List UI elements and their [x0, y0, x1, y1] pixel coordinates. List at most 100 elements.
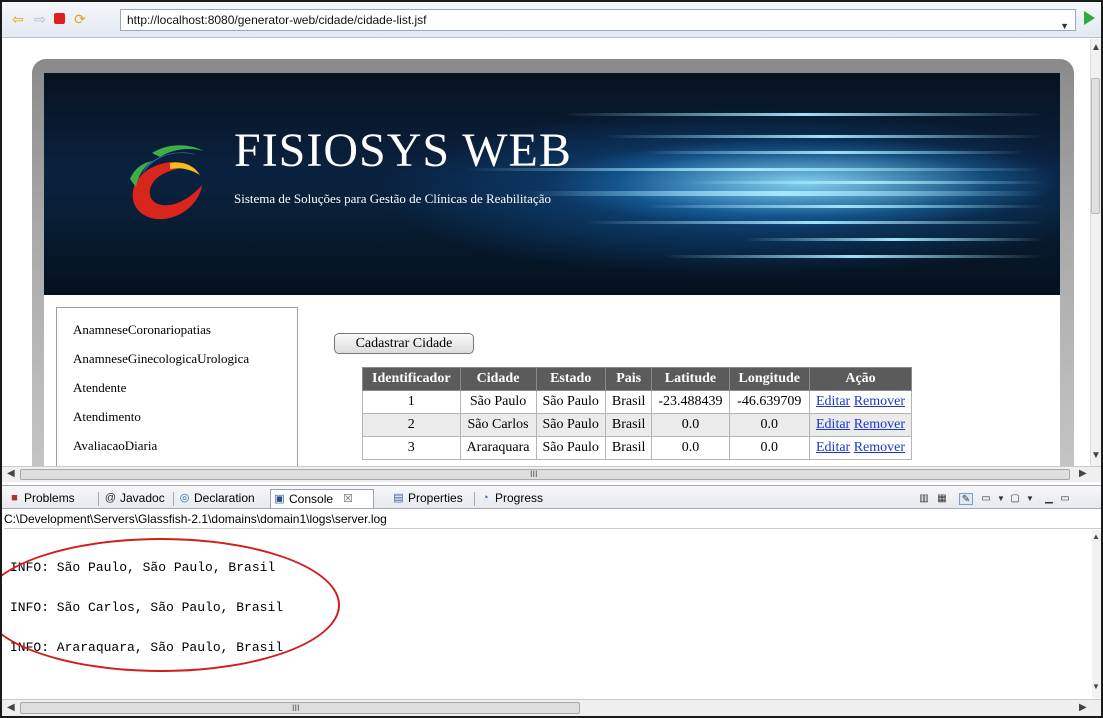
menu-item-avaliacao-diaria[interactable]: AvaliacaoDiaria	[73, 438, 297, 466]
column-header: Longitude	[728, 367, 811, 391]
remover-link[interactable]: Remover	[854, 440, 905, 455]
table-row: 1 São Paulo São Paulo Brasil -23.488439 …	[362, 390, 913, 414]
cell-cidade: São Paulo	[459, 390, 537, 414]
display-console-icon[interactable]: ▭	[979, 493, 993, 505]
tab-label: Console	[289, 492, 334, 506]
console-horizontal-scroll-thumb[interactable]	[20, 702, 580, 714]
browser-viewport: FISIOSYS WEB Sistema de Soluções para Ge…	[2, 39, 1101, 466]
open-console-icon[interactable]: ▢	[1008, 493, 1022, 505]
menu-item-anamnese-ginecologica-urologica[interactable]: AnamneseGinecologicaUrologica	[73, 351, 297, 380]
application-window: ⇦ ⇨ ⟳ http://localhost:8080/generator-we…	[0, 0, 1103, 718]
url-input[interactable]: http://localhost:8080/generator-web/cida…	[120, 9, 1076, 31]
pin-console-icon[interactable]: ✎	[959, 493, 973, 505]
cell-longitude: -46.639709	[728, 390, 811, 414]
cell-latitude: -23.488439	[651, 390, 730, 414]
tab-javadoc[interactable]: @ Javadoc	[102, 489, 165, 508]
problems-icon: ■	[11, 492, 18, 504]
refresh-icon[interactable]: ⟳	[72, 11, 88, 27]
scroll-left-icon[interactable]: ◀	[7, 702, 15, 713]
console-vertical-scrollbar[interactable]	[1092, 530, 1101, 698]
cell-acao: Editar Remover	[808, 390, 913, 414]
cell-pais: Brasil	[604, 390, 653, 414]
cell-estado: São Paulo	[535, 413, 606, 437]
cell-pais: Brasil	[604, 413, 653, 437]
remover-link[interactable]: Remover	[854, 394, 905, 409]
progress-icon: ◔	[482, 492, 489, 504]
tab-label: Progress	[495, 491, 544, 505]
tab-declaration[interactable]: ◎ Declaration	[176, 489, 255, 508]
close-icon[interactable]: ☒	[343, 490, 353, 508]
scroll-right-icon[interactable]: ▶	[1079, 702, 1087, 713]
cell-pais: Brasil	[604, 436, 653, 460]
scroll-down-icon[interactable]: ▼	[1092, 682, 1100, 691]
scroll-grip-icon: III	[530, 469, 538, 479]
tab-properties[interactable]: ▤ Properties	[390, 489, 463, 508]
console-icon: ▣	[274, 493, 285, 505]
scroll-up-icon[interactable]: ▲	[1091, 42, 1101, 53]
console-log-path: C:\Development\Servers\Glassfish-2.1\dom…	[4, 512, 1101, 529]
column-header: Latitude	[651, 367, 730, 391]
scroll-down-icon[interactable]: ▼	[1091, 450, 1101, 461]
cell-estado: São Paulo	[535, 436, 606, 460]
tab-label: Javadoc	[120, 491, 165, 505]
cell-longitude: 0.0	[728, 436, 811, 460]
cell-longitude: 0.0	[728, 413, 811, 437]
tab-problems[interactable]: ■ Problems	[6, 489, 75, 508]
page-frame: FISIOSYS WEB Sistema de Soluções para Ge…	[32, 59, 1074, 466]
scroll-right-icon[interactable]: ▶	[1079, 468, 1087, 479]
fisiosys-logo	[130, 145, 204, 220]
entity-menu: AnamneseCoronariopatias AnamneseGinecolo…	[56, 307, 298, 466]
tab-console[interactable]: ▣ Console ☒	[270, 489, 375, 508]
cell-acao: Editar Remover	[808, 436, 913, 460]
menu-item-anamnese-coronariopatias[interactable]: AnamneseCoronariopatias	[73, 322, 297, 351]
minimize-icon[interactable]: ▁	[1042, 493, 1056, 505]
properties-icon: ▤	[393, 492, 404, 504]
banner-title: FISIOSYS WEB	[234, 124, 572, 177]
column-header: Pais	[604, 367, 653, 391]
go-icon[interactable]	[1084, 11, 1095, 25]
chevron-down-icon[interactable]: ▼	[994, 493, 1008, 505]
back-icon[interactable]: ⇦	[10, 11, 26, 27]
scroll-left-icon[interactable]: ◀	[7, 468, 15, 479]
menu-item-atendimento[interactable]: Atendimento	[73, 409, 297, 438]
cell-acao: Editar Remover	[808, 413, 913, 437]
cell-estado: São Paulo	[535, 390, 606, 414]
table-header-row: Identificador Cidade Estado Pais Latitud…	[362, 367, 913, 391]
declaration-icon: ◎	[179, 492, 190, 504]
url-text: http://localhost:8080/generator-web/cida…	[127, 13, 427, 27]
stop-icon[interactable]	[54, 13, 65, 24]
banner-subtitle: Sistema de Soluções para Gestão de Clíni…	[234, 191, 551, 206]
column-header: Identificador	[362, 367, 461, 391]
browser-toolbar: ⇦ ⇨ ⟳ http://localhost:8080/generator-we…	[2, 2, 1101, 38]
column-header: Cidade	[459, 367, 537, 391]
forward-icon[interactable]: ⇨	[32, 11, 48, 27]
scroll-grip-icon: III	[292, 703, 300, 713]
javadoc-icon: @	[104, 492, 117, 504]
editar-link[interactable]: Editar	[816, 394, 850, 409]
table-row: 2 São Carlos São Paulo Brasil 0.0 0.0 Ed…	[362, 413, 913, 437]
cell-cidade: Araraquara	[459, 436, 537, 460]
tab-label: Declaration	[194, 491, 255, 505]
column-header: Ação	[808, 367, 913, 391]
scroll-lock-icon[interactable]: ▦	[935, 493, 949, 505]
chevron-down-icon[interactable]: ▼	[1060, 16, 1069, 36]
editar-link[interactable]: Editar	[816, 440, 850, 455]
editar-link[interactable]: Editar	[816, 417, 850, 432]
table-row: 3 Araraquara São Paulo Brasil 0.0 0.0 Ed…	[362, 436, 913, 460]
scroll-up-icon[interactable]: ▲	[1092, 532, 1100, 541]
viewport-vertical-scroll-thumb[interactable]	[1091, 78, 1100, 214]
tab-progress[interactable]: ◔ Progress	[477, 489, 543, 508]
clear-console-icon[interactable]: ▥	[917, 493, 931, 505]
cell-latitude: 0.0	[651, 413, 730, 437]
chevron-down-icon[interactable]: ▼	[1023, 493, 1037, 505]
menu-item-atendente[interactable]: Atendente	[73, 380, 297, 409]
cell-cidade: São Carlos	[459, 413, 537, 437]
cadastrar-cidade-button[interactable]: Cadastrar Cidade	[334, 333, 474, 354]
maximize-icon[interactable]: ▭	[1058, 493, 1072, 505]
viewport-horizontal-scroll-thumb[interactable]	[20, 469, 1070, 480]
page-content: FISIOSYS WEB Sistema de Soluções para Ge…	[44, 73, 1060, 466]
remover-link[interactable]: Remover	[854, 417, 905, 432]
column-header: Estado	[535, 367, 606, 391]
tab-label: Properties	[408, 491, 463, 505]
cell-id: 2	[362, 413, 461, 437]
